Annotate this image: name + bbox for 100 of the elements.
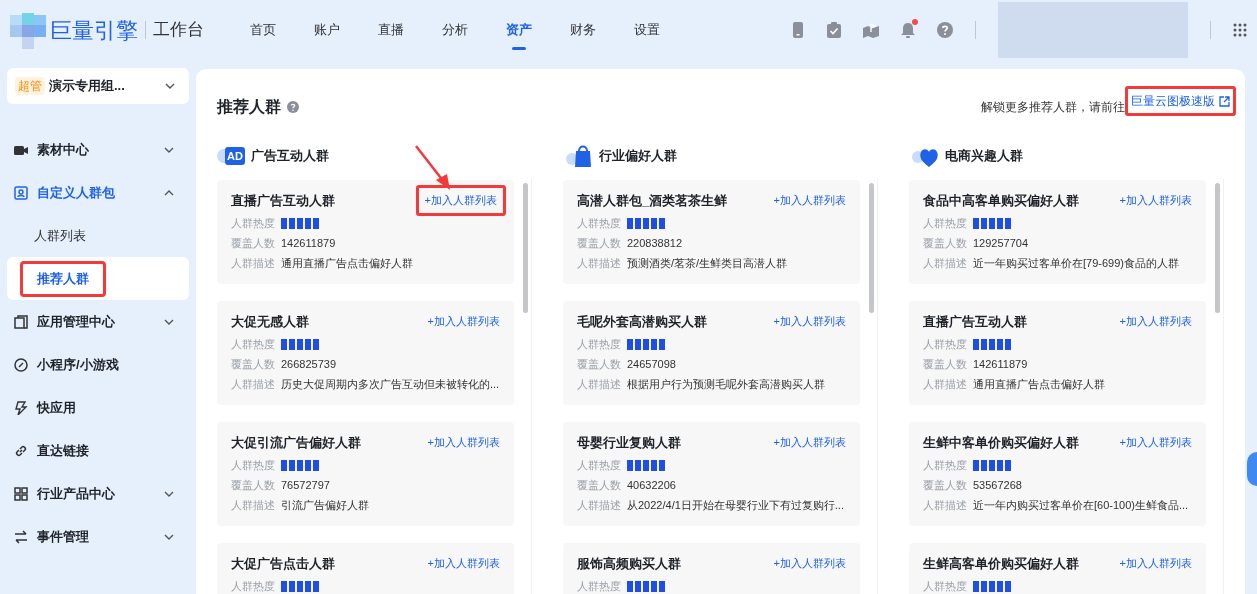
assistant-icon[interactable] [1247, 452, 1257, 486]
add-to-list-button[interactable]: +加入人群列表 [773, 555, 846, 572]
field-label: 人群描述 [231, 497, 276, 513]
coverage-value: 142611879 [281, 235, 336, 251]
compass-icon [14, 357, 28, 372]
sidebar-item[interactable]: 自定义人群包 [7, 171, 189, 214]
coverage-value: 40632206 [627, 477, 676, 493]
nav-tab[interactable]: 设置 [626, 0, 668, 60]
chevron-down-icon [164, 533, 174, 540]
nav-tab[interactable]: 财务 [562, 0, 604, 60]
audience-description: 引流广告偏好人群 [281, 497, 369, 513]
field-label: 人群热度 [923, 336, 968, 352]
account-name: 演示专用组... [49, 77, 125, 96]
field-label: 人群热度 [231, 457, 276, 473]
map-flag-icon[interactable] [863, 22, 879, 38]
brand-name: 巨量引擎 [50, 16, 138, 45]
nav-tab[interactable]: 分析 [434, 0, 476, 60]
help-icon [287, 101, 299, 113]
nav-tab[interactable]: 直播 [370, 0, 412, 60]
sidebar-item[interactable]: 应用管理中心 [7, 300, 189, 343]
audience-name: 大促广告点击人群 [231, 554, 335, 573]
apps-grid-icon[interactable] [1233, 23, 1247, 37]
scrollbar-thumb[interactable] [1215, 183, 1220, 313]
field-label: 人群热度 [577, 457, 622, 473]
add-to-list-button[interactable]: +加入人群列表 [1119, 555, 1192, 572]
field-label: 人群热度 [231, 215, 276, 231]
audience-name: 高潜人群包_酒类茗茶生鲜 [577, 191, 728, 210]
add-to-list-button[interactable]: +加入人群列表 [1119, 192, 1192, 209]
field-label: 人群描述 [923, 255, 968, 271]
phone-icon[interactable] [793, 22, 805, 38]
chevron-down-icon [164, 318, 174, 325]
audience-description: 预测酒类/茗茶/生鲜类目高潜人群 [627, 255, 788, 271]
nav-tab[interactable]: 首页 [242, 0, 284, 60]
unlock-hint: 解锁更多推荐人群，请前往 [981, 99, 1125, 116]
page-title: 推荐人群 [217, 97, 281, 117]
cloud-map-link[interactable]: 巨量云图极速版 [1125, 86, 1236, 116]
sidebar-item[interactable]: 直达链接 [7, 429, 189, 472]
add-to-list-button[interactable]: +加入人群列表 [1119, 313, 1192, 330]
field-label: 人群热度 [923, 578, 968, 594]
coverage-value: 53567268 [973, 477, 1022, 493]
audience-description: 通用直播广告点击偏好人群 [973, 376, 1105, 392]
audience-description: 根据用户行为预测毛呢外套高潜购买人群 [627, 376, 825, 392]
field-label: 覆盖人数 [923, 235, 968, 251]
add-to-list-button[interactable]: +加入人群列表 [415, 185, 506, 216]
field-label: 人群描述 [577, 376, 622, 392]
add-to-list-button[interactable]: +加入人群列表 [427, 313, 500, 330]
field-label: 人群热度 [923, 457, 968, 473]
audience-description: 近一年购买过客单价在[79-699)食品的人群 [973, 255, 1179, 271]
grid-icon [14, 486, 28, 501]
audience-name: 大促引流广告偏好人群 [231, 433, 361, 452]
field-label: 人群热度 [923, 215, 968, 231]
scrollbar-thumb[interactable] [523, 183, 528, 313]
sidebar-item[interactable]: 小程序/小游戏 [7, 343, 189, 386]
audience-name: 直播广告互动人群 [923, 312, 1027, 331]
sidebar-item[interactable]: 行业产品中心 [7, 472, 189, 515]
column-title: 电商兴趣人群 [945, 147, 1023, 166]
column-title: 广告互动人群 [250, 147, 329, 166]
scrollbar-thumb[interactable] [869, 183, 874, 313]
external-link-icon [1219, 95, 1230, 107]
add-to-list-button[interactable]: +加入人群列表 [1119, 434, 1192, 451]
audience-name: 服饰高频购买人群 [577, 554, 681, 573]
bell-icon[interactable] [901, 22, 915, 38]
audience-name: 食品中高客单购买偏好人群 [923, 191, 1079, 210]
field-label: 覆盖人数 [923, 477, 968, 493]
nav-tab[interactable]: 资产 [498, 0, 540, 60]
product-name: 工作台 [153, 19, 204, 42]
chevron-down-icon [164, 490, 174, 497]
coverage-value: 24657098 [627, 356, 676, 372]
chevron-up-icon [164, 189, 174, 196]
add-to-list-button[interactable]: +加入人群列表 [773, 313, 846, 330]
add-to-list-button[interactable]: +加入人群列表 [773, 192, 846, 209]
add-to-list-button[interactable]: +加入人群列表 [427, 555, 500, 572]
field-label: 人群热度 [231, 336, 276, 352]
nav-tab[interactable]: 账户 [306, 0, 348, 60]
add-to-list-button[interactable]: +加入人群列表 [773, 434, 846, 451]
sidebar-item[interactable]: 素材中心 [7, 128, 189, 171]
field-label: 覆盖人数 [231, 235, 276, 251]
swap-icon [14, 529, 28, 544]
field-label: 人群描述 [923, 497, 968, 513]
sidebar-item[interactable]: 事件管理 [7, 515, 189, 558]
help-icon[interactable] [937, 22, 953, 38]
add-to-list-button[interactable]: +加入人群列表 [427, 434, 500, 451]
account-selector[interactable]: 超管 演示专用组... [7, 68, 189, 104]
field-label: 覆盖人数 [231, 356, 276, 372]
user-card-icon [14, 185, 28, 200]
field-label: 覆盖人数 [923, 356, 968, 372]
column-title: 行业偏好人群 [599, 147, 677, 166]
sidebar-subitem[interactable]: 推荐人群 [20, 260, 106, 297]
coverage-value: 142611879 [973, 356, 1028, 372]
sidebar-subitem[interactable]: 人群列表 [20, 217, 100, 254]
coverage-value: 129257704 [973, 235, 1029, 251]
chevron-down-icon [164, 146, 174, 153]
bolt-icon [14, 400, 28, 415]
audience-name: 直播广告互动人群 [231, 191, 335, 210]
coverage-value: 220838812 [627, 235, 683, 251]
clipboard-check-icon[interactable] [827, 22, 841, 38]
sidebar-item[interactable]: 快应用 [7, 386, 189, 429]
field-label: 人群描述 [231, 255, 276, 271]
coverage-value: 266825739 [281, 356, 337, 372]
field-label: 人群描述 [577, 497, 622, 513]
